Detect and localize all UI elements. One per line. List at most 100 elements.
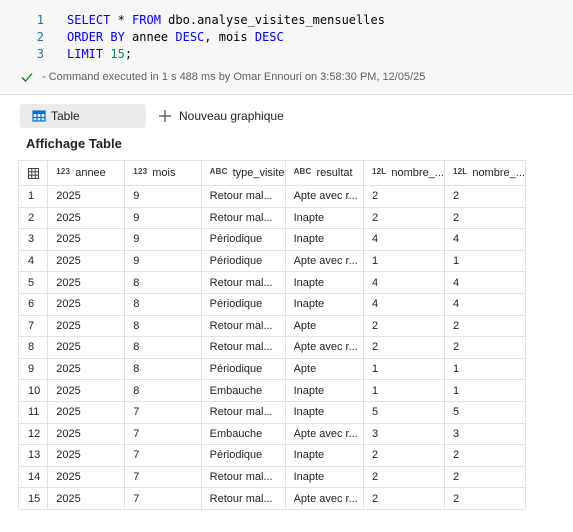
table-row[interactable]: 1 2025 9 Retour mal... Apte avec r... 2 2 xyxy=(18,185,573,208)
row-index[interactable]: 13 xyxy=(18,444,49,467)
table-row[interactable]: 8 2025 8 Retour mal... Apte avec r... 2 2 xyxy=(18,336,573,359)
table-cell[interactable]: Apte avec r... xyxy=(284,422,365,446)
table-cell[interactable]: 2025 xyxy=(47,487,126,510)
table-cell[interactable]: 1 xyxy=(443,249,526,273)
table-cell[interactable]: Périodique xyxy=(200,249,286,273)
table-cell[interactable]: Apte xyxy=(284,314,365,338)
table-cell[interactable]: 7 xyxy=(124,465,202,489)
table-cell[interactable]: 9 xyxy=(124,249,202,273)
table-cell[interactable]: 8 xyxy=(124,379,202,402)
table-cell[interactable]: 2 xyxy=(363,314,445,338)
table-cell[interactable]: 2 xyxy=(443,206,526,230)
table-cell[interactable]: Retour mal... xyxy=(200,487,286,510)
table-row[interactable]: 2 2025 9 Retour mal... Inapte 2 2 xyxy=(18,206,573,230)
column-header[interactable]: 123 mois xyxy=(124,160,202,186)
table-cell[interactable]: 7 xyxy=(124,400,202,424)
table-cell[interactable]: 1 xyxy=(363,379,445,402)
table-cell[interactable]: Apte avec r... xyxy=(284,336,365,359)
table-cell[interactable]: Inapte xyxy=(284,271,365,294)
row-index[interactable]: 9 xyxy=(18,357,49,381)
table-cell[interactable]: 8 xyxy=(124,336,202,359)
table-cell[interactable]: 2 xyxy=(443,185,526,208)
row-index[interactable]: 12 xyxy=(18,422,49,446)
sql-code-cell[interactable]: 1 SELECT * FROM dbo.analyse_visites_mensu… xyxy=(0,0,573,92)
table-cell[interactable]: Apte avec r... xyxy=(284,185,365,208)
table-cell[interactable]: Embauche xyxy=(200,422,286,446)
row-index[interactable]: 1 xyxy=(18,185,49,208)
table-cell[interactable]: 5 xyxy=(363,400,445,424)
table-cell[interactable]: 1 xyxy=(363,249,445,273)
table-cell[interactable]: 4 xyxy=(363,228,445,251)
table-cell[interactable]: Retour mal... xyxy=(200,185,286,208)
table-cell[interactable]: Retour mal... xyxy=(200,336,286,359)
table-row[interactable]: 5 2025 8 Retour mal... Inapte 4 4 xyxy=(18,271,573,294)
table-cell[interactable]: Retour mal... xyxy=(200,465,286,489)
table-cell[interactable]: 2025 xyxy=(47,465,126,489)
table-cell[interactable]: 4 xyxy=(443,228,526,251)
table-cell[interactable]: Embauche xyxy=(200,379,286,402)
column-header[interactable]: ABC resultat xyxy=(284,160,365,186)
table-cell[interactable]: 2025 xyxy=(47,228,126,251)
table-cell[interactable]: 8 xyxy=(124,271,202,294)
results-grid[interactable]: 123 annee 123 mois ABC type_visite ABC resultat… xyxy=(18,160,573,532)
table-cell[interactable]: 1 xyxy=(443,357,526,381)
table-cell[interactable]: Inapte xyxy=(284,465,365,489)
table-cell[interactable]: 2025 xyxy=(47,185,126,208)
row-index[interactable]: 7 xyxy=(18,314,49,338)
table-cell[interactable]: 9 xyxy=(124,206,202,230)
table-row[interactable]: 14 2025 7 Retour mal... Inapte 2 2 xyxy=(18,465,573,489)
table-view-button[interactable]: Table xyxy=(20,104,146,128)
row-index[interactable]: 3 xyxy=(18,228,49,251)
table-cell[interactable]: 2025 xyxy=(47,357,126,381)
row-index[interactable]: 6 xyxy=(18,292,49,316)
new-chart-button[interactable]: Nouveau graphique xyxy=(158,104,284,128)
table-cell[interactable]: 4 xyxy=(443,271,526,294)
column-header[interactable]: ABC type_visite xyxy=(200,160,286,186)
table-cell[interactable]: 3 xyxy=(363,422,445,446)
table-cell[interactable]: 2025 xyxy=(47,271,126,294)
table-cell[interactable]: Inapte xyxy=(284,292,365,316)
table-cell[interactable]: 1 xyxy=(363,357,445,381)
table-cell[interactable]: Inapte xyxy=(284,379,365,402)
table-cell[interactable]: 2 xyxy=(443,336,526,359)
table-row[interactable]: 7 2025 8 Retour mal... Apte 2 2 xyxy=(18,314,573,338)
table-cell[interactable]: 4 xyxy=(443,292,526,316)
table-cell[interactable]: 8 xyxy=(124,292,202,316)
table-cell[interactable]: 2025 xyxy=(47,249,126,273)
row-index[interactable]: 15 xyxy=(18,487,49,510)
table-cell[interactable]: 4 xyxy=(363,271,445,294)
row-index[interactable]: 4 xyxy=(18,249,49,273)
table-cell[interactable]: 2 xyxy=(443,465,526,489)
row-index[interactable]: 11 xyxy=(18,400,49,424)
table-cell[interactable]: Périodique xyxy=(200,444,286,467)
table-row[interactable]: 4 2025 9 Périodique Apte avec r... 1 1 xyxy=(18,249,573,273)
table-cell[interactable]: Périodique xyxy=(200,292,286,316)
column-header[interactable]: 12L nombre_... xyxy=(363,160,445,186)
table-cell[interactable]: 2 xyxy=(363,444,445,467)
table-cell[interactable]: 7 xyxy=(124,487,202,510)
table-cell[interactable]: 2 xyxy=(443,444,526,467)
table-cell[interactable]: Périodique xyxy=(200,357,286,381)
table-cell[interactable]: 5 xyxy=(443,400,526,424)
row-index[interactable]: 5 xyxy=(18,271,49,294)
table-row[interactable]: 13 2025 7 Périodique Inapte 2 2 xyxy=(18,444,573,467)
table-row[interactable]: 15 2025 7 Retour mal... Apte avec r... 2 2 xyxy=(18,487,573,510)
table-row[interactable]: 12 2025 7 Embauche Apte avec r... 3 3 xyxy=(18,422,573,446)
table-cell[interactable]: 2025 xyxy=(47,314,126,338)
table-cell[interactable]: 2025 xyxy=(47,379,126,402)
table-cell[interactable]: Périodique xyxy=(200,228,286,251)
column-header[interactable]: 123 annee xyxy=(47,160,126,186)
table-row[interactable]: 11 2025 7 Retour mal... Inapte 5 5 xyxy=(18,400,573,424)
table-cell[interactable]: 7 xyxy=(124,422,202,446)
table-cell[interactable]: 2 xyxy=(443,314,526,338)
table-cell[interactable]: 2025 xyxy=(47,444,126,467)
table-cell[interactable]: 9 xyxy=(124,228,202,251)
row-index[interactable]: 2 xyxy=(18,206,49,230)
table-cell[interactable]: Inapte xyxy=(284,400,365,424)
table-cell[interactable]: 8 xyxy=(124,357,202,381)
table-cell[interactable]: 2025 xyxy=(47,206,126,230)
table-row[interactable]: 9 2025 8 Périodique Apte 1 1 xyxy=(18,357,573,381)
select-all-cell[interactable] xyxy=(18,160,49,186)
table-cell[interactable]: 2 xyxy=(443,487,526,510)
table-cell[interactable]: 2025 xyxy=(47,422,126,446)
